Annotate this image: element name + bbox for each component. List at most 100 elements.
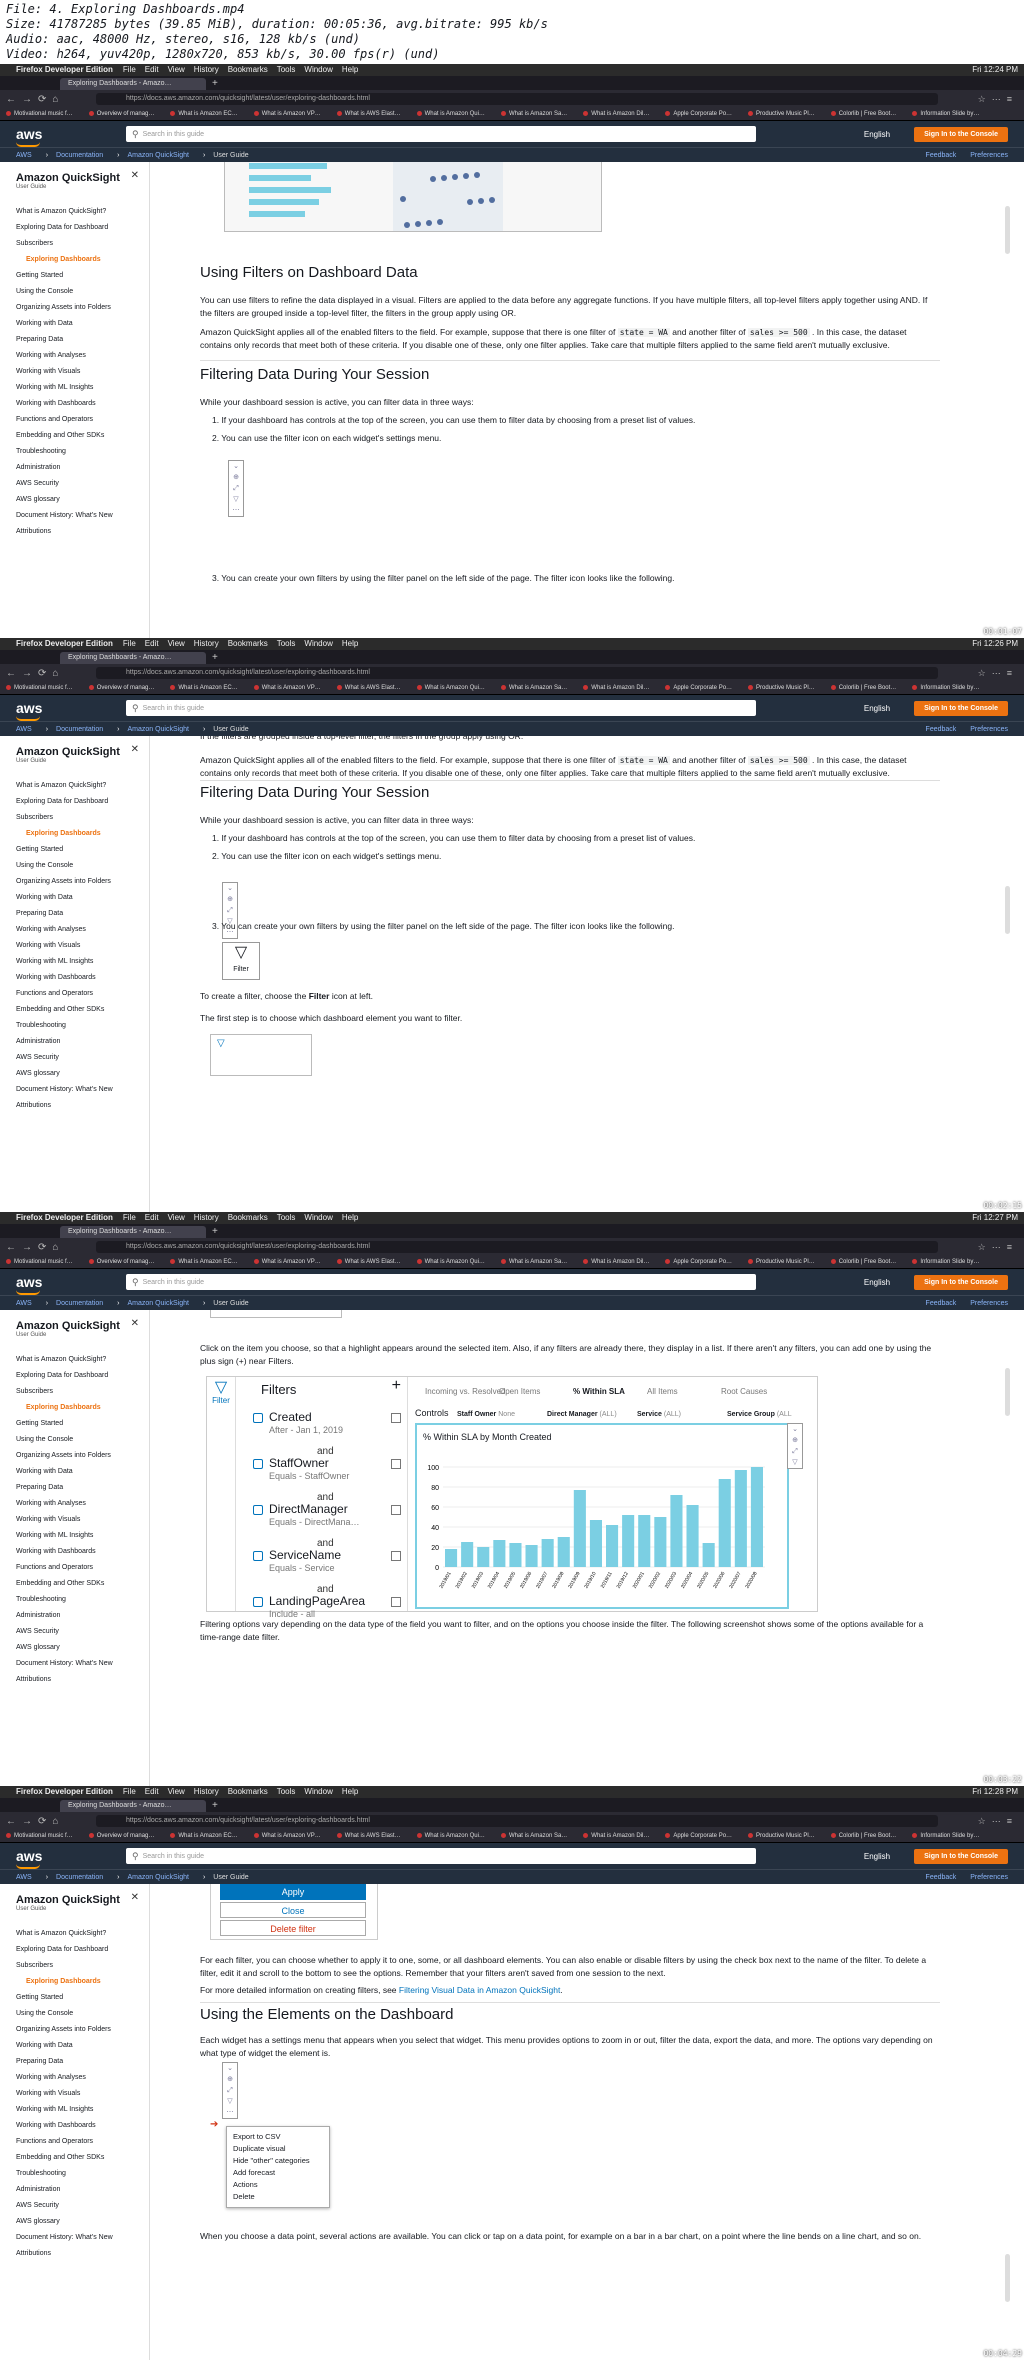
filter-checkbox[interactable] <box>391 1505 401 1515</box>
chart-bar[interactable] <box>686 1505 699 1567</box>
language-select[interactable]: English <box>864 1278 890 1287</box>
sidebar-item[interactable]: Administration <box>16 1034 149 1050</box>
nav-icons[interactable]: ←→⟳⌂ <box>6 94 96 105</box>
app-name[interactable]: Firefox Developer Edition <box>16 1212 113 1224</box>
sidebar-item[interactable]: Getting Started <box>16 842 149 858</box>
menu-item[interactable]: Duplicate visual <box>233 2143 323 2155</box>
bookmark-item[interactable]: What is AWS Elast… <box>337 1833 401 1839</box>
crumb[interactable]: AWS <box>16 152 32 159</box>
menu-item[interactable]: View <box>168 65 185 74</box>
sidebar-item[interactable]: Using the Console <box>16 1432 149 1448</box>
chart-bar[interactable] <box>557 1537 570 1567</box>
filter-item[interactable]: DirectManager Equals - DirectMana… <box>269 1503 401 1529</box>
menu-item[interactable]: Tools <box>277 639 296 648</box>
sidebar-item[interactable]: Working with ML Insights <box>16 2102 149 2118</box>
chart-bar[interactable] <box>606 1525 619 1567</box>
bookmark-item[interactable]: What is Amazon VP… <box>254 111 321 117</box>
sidebar-item[interactable]: Attributions <box>16 1098 149 1114</box>
chart-bar[interactable] <box>493 1540 506 1567</box>
widget-menu-icon[interactable]: ⤢ <box>788 1446 802 1457</box>
menu-item[interactable]: Tools <box>277 65 296 74</box>
menu-item[interactable]: File <box>123 1213 136 1222</box>
sidebar-item[interactable]: Working with Dashboards <box>16 396 149 412</box>
filter-toggle-icon[interactable] <box>253 1551 263 1561</box>
app-name[interactable]: Firefox Developer Edition <box>16 638 113 650</box>
menu-item[interactable]: View <box>168 1213 185 1222</box>
chart-bar[interactable] <box>477 1547 490 1567</box>
filter-toggle-icon[interactable] <box>253 1459 263 1469</box>
filter-checkbox[interactable] <box>391 1597 401 1607</box>
control-3[interactable]: Service Group (ALL <box>727 1408 792 1421</box>
menu-item[interactable]: Tools <box>277 1787 296 1796</box>
bookmark-item[interactable]: Overview of manag… <box>89 111 155 117</box>
url-field[interactable]: https://docs.aws.amazon.com/quicksight/l… <box>96 1241 938 1253</box>
filter-checkbox[interactable] <box>391 1459 401 1469</box>
bookmark-item[interactable]: Information Slide by… <box>912 1259 979 1265</box>
browser-tab[interactable]: Exploring Dashboards - Amazo… <box>60 1226 206 1238</box>
sidebar-item[interactable]: Getting Started <box>16 1990 149 2006</box>
language-select[interactable]: English <box>864 704 890 713</box>
bookmark-item[interactable]: Motivational music f… <box>6 111 73 117</box>
sidebar-item[interactable]: Working with Visuals <box>16 364 149 380</box>
sidebar-title[interactable]: Amazon QuickSight <box>16 1320 149 1332</box>
menu-item[interactable]: Bookmarks <box>228 1787 268 1796</box>
sidebar-item[interactable]: Working with ML Insights <box>16 1528 149 1544</box>
bookmark-item[interactable]: Motivational music f… <box>6 1259 73 1265</box>
bookmark-item[interactable]: Productive Music Pl… <box>748 1259 815 1265</box>
search-input[interactable]: ⚲ Search in this guide <box>126 1848 756 1864</box>
menu-item[interactable]: History <box>194 1787 219 1796</box>
widget-menu-icon[interactable]: ⋯ <box>223 2107 237 2118</box>
sidebar-item[interactable]: Attributions <box>16 1672 149 1688</box>
nav-icons[interactable]: ←→⟳⌂ <box>6 1816 96 1827</box>
sidebar-item[interactable]: Working with Analyses <box>16 348 149 364</box>
menu-item[interactable]: Bookmarks <box>228 1213 268 1222</box>
chart-bar[interactable] <box>445 1549 458 1567</box>
sidebar-item[interactable]: Embedding and Other SDKs <box>16 2150 149 2166</box>
sidebar-item[interactable]: Subscribers <box>16 1958 149 1974</box>
sidebar-item[interactable]: Working with Analyses <box>16 922 149 938</box>
menu-item[interactable]: File <box>123 1787 136 1796</box>
widget-menu-icon[interactable]: ▽ <box>223 2096 237 2107</box>
preferences-link[interactable]: Preferences <box>970 1874 1008 1881</box>
menu-item[interactable]: Help <box>342 65 358 74</box>
bookmark-item[interactable]: Motivational music f… <box>6 1833 73 1839</box>
sidebar-item[interactable]: Working with Visuals <box>16 938 149 954</box>
widget-menu-icon[interactable]: ▽ <box>229 494 243 505</box>
scrollbar[interactable] <box>1005 1368 1010 1416</box>
nav-icons[interactable]: ←→⟳⌂ <box>6 1242 96 1253</box>
menu-item[interactable]: File <box>123 65 136 74</box>
menu-item[interactable]: Window <box>304 1787 332 1796</box>
sidebar-item[interactable]: Preparing Data <box>16 906 149 922</box>
menu-item[interactable]: Edit <box>145 639 159 648</box>
sidebar-item[interactable]: What is Amazon QuickSight? <box>16 1926 149 1942</box>
delete-filter-button[interactable]: Delete filter <box>220 1920 366 1936</box>
menu-item[interactable]: Edit <box>145 1213 159 1222</box>
sidebar-item[interactable]: AWS Security <box>16 1050 149 1066</box>
tab-2[interactable]: % Within SLA <box>573 1385 625 1398</box>
sidebar-item[interactable]: Organizing Assets into Folders <box>16 300 149 316</box>
sidebar-item[interactable]: Troubleshooting <box>16 444 149 460</box>
url-field[interactable]: https://docs.aws.amazon.com/quicksight/l… <box>96 1815 938 1827</box>
sidebar-item[interactable]: Exploring Data for Dashboard <box>16 1368 149 1384</box>
sidebar-item[interactable]: Working with Visuals <box>16 1512 149 1528</box>
chart-bar[interactable] <box>734 1470 747 1567</box>
chart-bar[interactable] <box>702 1543 715 1567</box>
filtering-link[interactable]: Filtering Visual Data in Amazon QuickSig… <box>399 1985 560 1995</box>
feedback-link[interactable]: Feedback <box>926 1300 957 1307</box>
chart-bar[interactable] <box>622 1515 635 1567</box>
sidebar-item[interactable]: AWS glossary <box>16 2214 149 2230</box>
widget-menu-icon[interactable]: ⊕ <box>229 472 243 483</box>
bookmark-item[interactable]: Productive Music Pl… <box>748 111 815 117</box>
crumb[interactable]: AWS <box>16 1874 32 1881</box>
sidebar-item[interactable]: Embedding and Other SDKs <box>16 428 149 444</box>
sidebar-item[interactable]: Functions and Operators <box>16 412 149 428</box>
bookmark-item[interactable]: What is Amazon Sa… <box>501 111 567 117</box>
chart-bar[interactable] <box>509 1543 522 1567</box>
sidebar-item[interactable]: AWS glossary <box>16 1066 149 1082</box>
crumb[interactable]: Amazon QuickSight <box>127 1874 188 1881</box>
sidebar-item[interactable]: Subscribers <box>16 1384 149 1400</box>
search-input[interactable]: ⚲ Search in this guide <box>126 126 756 142</box>
toolbar-icons[interactable]: ☆⋯≡ <box>978 1242 1018 1253</box>
sidebar-item[interactable]: Working with Data <box>16 2038 149 2054</box>
menu-item[interactable]: View <box>168 1787 185 1796</box>
